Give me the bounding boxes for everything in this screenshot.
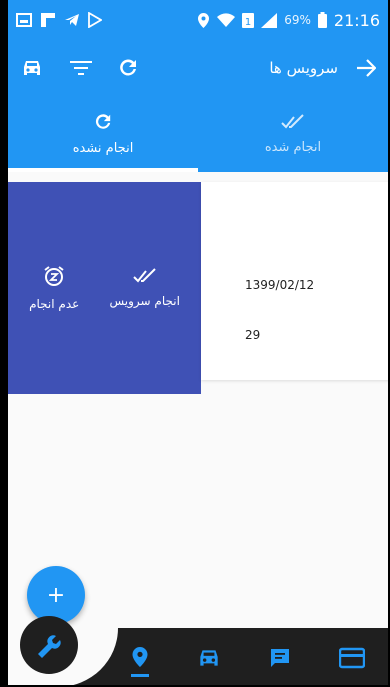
- sim-icon: 1: [242, 12, 255, 28]
- status-left-icons: [16, 12, 102, 28]
- svg-text:1: 1: [245, 17, 251, 28]
- location-pin-icon: [132, 646, 148, 667]
- wrench-icon: [38, 635, 61, 658]
- filter-icon[interactable]: [70, 60, 92, 76]
- tab-done[interactable]: انجام شده: [198, 96, 388, 172]
- double-check-icon: [132, 268, 156, 283]
- service-card[interactable]: ب 1399/02/12 29: [201, 182, 388, 380]
- app-bar: سرویس ها: [8, 40, 388, 96]
- battery-percent: 69%: [284, 13, 311, 27]
- status-right-icons: 1 69% 21:16: [197, 11, 380, 30]
- wifi-icon: [217, 13, 236, 27]
- tab-label: انجام شده: [264, 139, 322, 155]
- tab-not-done[interactable]: انجام نشده: [8, 96, 198, 172]
- nav-location[interactable]: [131, 646, 150, 677]
- gallery-icon: [16, 13, 32, 27]
- chat-icon: [271, 648, 290, 667]
- service-list: عدم انجام انجام سرویس ب 1399/02/12 29: [8, 182, 388, 394]
- battery-icon: [317, 12, 327, 28]
- telegram-icon: [65, 14, 79, 26]
- location-icon: [198, 12, 210, 28]
- tab-bar: انجام نشده انجام شده: [8, 96, 388, 172]
- play-store-icon: [88, 12, 102, 28]
- do-service-action-button[interactable]: انجام سرویس: [109, 268, 180, 308]
- swipe-actions-panel: عدم انجام انجام سرویس: [8, 182, 201, 394]
- arrow-right-icon: [357, 59, 376, 77]
- flipboard-icon: [41, 13, 55, 27]
- snooze-alarm-icon: [44, 266, 64, 286]
- nav-messages[interactable]: [268, 646, 292, 670]
- nav-payments[interactable]: [338, 647, 365, 669]
- nav-services[interactable]: [20, 616, 78, 674]
- signal-icon: [261, 12, 278, 28]
- page-title: سرویس ها: [269, 59, 338, 77]
- status-bar: 1 69% 21:16: [8, 0, 388, 40]
- service-date: 1399/02/12: [245, 278, 315, 292]
- plus-icon: +: [46, 582, 66, 608]
- add-service-button[interactable]: +: [27, 566, 85, 624]
- service-number: 29: [245, 328, 261, 342]
- not-done-action-button[interactable]: عدم انجام: [29, 265, 79, 311]
- nav-car[interactable]: [196, 647, 222, 669]
- app-bar-actions: [20, 58, 138, 78]
- clock: 21:16: [333, 10, 380, 30]
- refresh-icon: [95, 113, 111, 129]
- back-button[interactable]: [356, 59, 376, 77]
- tab-label: انجام نشده: [72, 140, 134, 156]
- action-label: عدم انجام: [29, 297, 80, 311]
- app-frame: 1 69% 21:16 سرویس ها انجام نشده انجام شد…: [0, 0, 390, 687]
- refresh-icon[interactable]: [118, 58, 138, 78]
- credit-card-icon: [338, 647, 365, 668]
- car-icon[interactable]: [20, 58, 44, 78]
- double-check-icon: [281, 113, 304, 128]
- bottom-nav-items: [108, 628, 388, 685]
- action-label: انجام سرویس: [109, 294, 180, 308]
- car-icon: [200, 649, 218, 666]
